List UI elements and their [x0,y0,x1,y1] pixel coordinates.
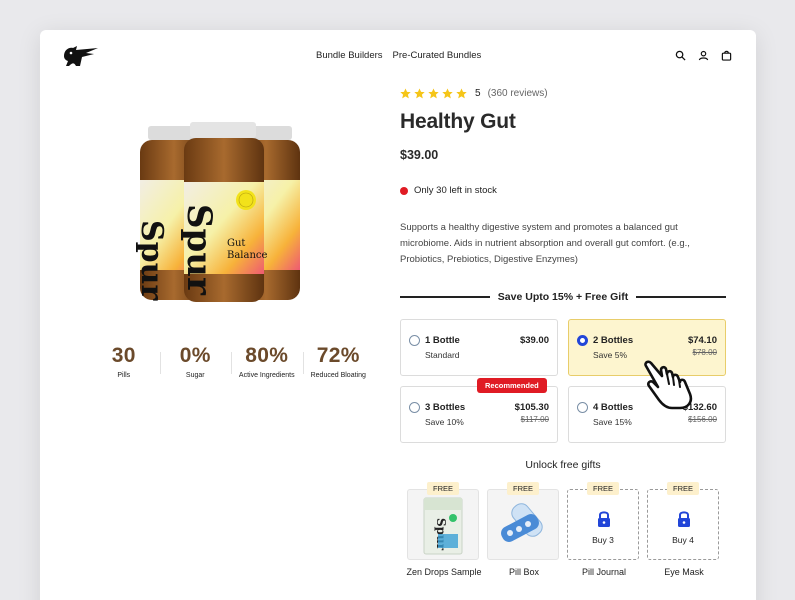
nav-pre-curated-bundles[interactable]: Pre-Curated Bundles [393,50,482,61]
free-tag: FREE [426,482,460,495]
option-name: 3 Bottles [425,402,466,413]
option-price: $105.30 [514,402,549,413]
zen-drops-pouch-image: Spur [423,497,463,555]
product-title: Healthy Gut [400,110,516,133]
stat-label: Reduced Bloating [310,372,366,379]
bottle-label-line-2: Balance [227,250,268,261]
gift-label: Zen Drops Sample [406,567,482,577]
bottle-brand-text: Spur [179,204,219,296]
option-name: 2 Bottles [593,335,634,346]
stat-item: 72% Reduced Bloating [302,344,375,379]
header-icons [675,50,732,61]
unlock-requirement: Buy 4 [672,535,694,545]
option-old-price: $117.00 [520,415,549,424]
option-price: $39.00 [519,335,549,346]
star-icon [456,88,467,99]
radio-button-selected[interactable] [577,335,588,346]
product-price: $39.00 [400,148,439,162]
hand-pointer-icon [644,360,693,410]
bundle-heading: Save Upto 15% + Free Gift [400,291,727,303]
product-page: Bundle Builders Pre-Curated Bundles Spur… [40,30,756,600]
gifts-title: Unlock free gifts [525,459,601,471]
gift-zen-drops[interactable]: FREE Spur Zen Drops Sample [406,482,482,577]
gift-pill-box[interactable]: FREE Pill Box [487,482,559,577]
bird-logo-icon[interactable] [60,44,100,68]
star-icon [428,88,439,99]
star-icon [414,88,425,99]
gift-label: Pill Journal [581,567,627,577]
bundle-option-3-bottles[interactable]: Recommended 3 Bottles Save 10% $105.30 $… [400,378,558,443]
option-subtitle: Save 10% [425,417,464,427]
stat-value: 72% [316,344,360,367]
stat-label: Sugar [185,372,205,379]
free-tag: FREE [586,482,620,495]
gift-pill-journal[interactable]: FREE Buy 3 Pill Journal [567,482,639,577]
stock-status: Only 30 left in stock [400,185,497,196]
bundle-heading-text: Save Upto 15% + Free Gift [497,291,629,303]
stats-row: 30 Pills 0% Sugar 80% Active Ingredients… [88,344,374,379]
bottle-label-line-1: Gut [227,238,245,249]
rating-row[interactable]: 5 (360 reviews) [400,88,548,99]
product-description: Supports a healthy digestive system and … [400,222,690,265]
cart-icon[interactable] [721,50,732,61]
stat-label: Pills [117,372,131,379]
unlock-requirement: Buy 3 [592,535,614,545]
option-price: $74.10 [687,335,717,346]
nav-bundle-builders[interactable]: Bundle Builders [316,50,383,61]
free-tag: FREE [666,482,700,495]
review-count-link[interactable]: (360 reviews) [488,88,548,99]
main-nav: Bundle Builders Pre-Curated Bundles [316,50,481,61]
option-subtitle: Standard [425,350,460,360]
stat-item: 0% Sugar [159,344,232,379]
rating-score: 5 [475,88,481,99]
divider [636,296,727,298]
stat-item: 30 Pills [88,344,160,379]
stat-value: 80% [245,344,289,367]
star-icon [442,88,453,99]
stock-dot-icon [400,186,408,195]
option-old-price: $156.00 [688,415,717,424]
option-name: 1 Bottle [425,335,460,346]
search-icon[interactable] [675,50,686,61]
product-bottles-image: Spur Spur Gut Balance [134,122,300,302]
option-subtitle: Save 5% [593,350,628,360]
free-tag: FREE [506,482,540,495]
option-subtitle: Save 15% [593,417,632,427]
bundle-option-1-bottle[interactable]: 1 Bottle Standard $39.00 [400,319,558,376]
lock-icon [598,511,610,527]
option-name: 4 Bottles [593,402,634,413]
pill-box-image [501,503,543,542]
stock-text: Only 30 left in stock [414,185,497,196]
radio-button[interactable] [409,335,420,346]
recommended-badge: Recommended [477,378,547,393]
lock-icon [678,511,690,527]
stat-label: Active Ingredients [238,372,295,379]
radio-button[interactable] [577,402,588,413]
stat-value: 0% [179,344,211,367]
gift-label: Eye Mask [664,567,704,577]
gift-eye-mask[interactable]: FREE Buy 4 Eye Mask [647,482,719,577]
star-icon [400,88,411,99]
user-icon[interactable] [698,50,709,61]
option-old-price: $78.00 [692,348,717,357]
stat-value: 30 [111,344,136,367]
divider [400,296,490,298]
gift-label: Pill Box [508,567,539,577]
radio-button[interactable] [409,402,420,413]
stat-item: 80% Active Ingredients [231,344,303,379]
bottle-brand-text-back: Spur [134,220,169,301]
